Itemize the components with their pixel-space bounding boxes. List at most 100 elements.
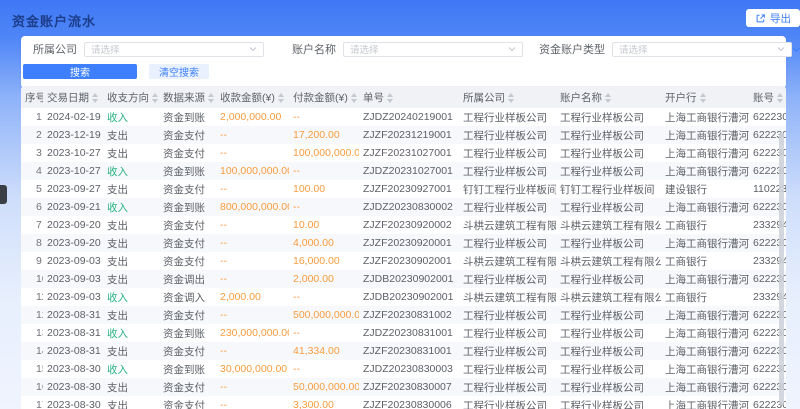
cell-receive-amount: 100,000,000.00 [216,162,289,180]
cell-pay-amount: -- [289,162,359,180]
sort-icon[interactable] [508,93,514,103]
cell-source: 资金到账 [159,198,216,216]
cell-account-name: 工程行业样板公司 [556,234,661,252]
col-account-no[interactable]: 账号 [749,86,786,108]
cell-doc-no: ZJDZ20230830003 [359,360,459,378]
col-doc-no-label: 单号 [363,92,384,104]
cell-company: 工程行业样板公司 [459,324,556,342]
cell-account-no: 6222301113 [749,108,786,126]
cell-trade-date: 2023-09-03 [43,252,103,270]
col-direction[interactable]: 收支方向 [103,86,159,108]
cell-direction: 支出 [103,126,159,144]
cell-pay-amount: 2,000.00 [289,270,359,288]
flow-table-card: 序号交易日期收支方向数据来源收款金额(¥)付款金额(¥)单号所属公司账户名称开户… [21,86,786,409]
table-row: 92023-09-03支出资金支付--16,000.00ZJZF20230902… [21,252,786,270]
company-select[interactable]: 请选择 [84,42,264,57]
cell-doc-no: ZJDB20230902001 [359,288,459,306]
cell-source: 资金到账 [159,360,216,378]
cell-company: 工程行业样板公司 [459,378,556,396]
chevron-down-icon [508,45,516,53]
clear-search-button[interactable]: 清空搜索 [149,64,209,79]
filter-account-name-group: 账户名称 请选择 [292,41,523,57]
cell-trade-date: 2023-09-03 [43,288,103,306]
cell-bank: 上海工商银行漕河泾支行 [661,396,749,409]
cell-source: 资金支付 [159,306,216,324]
cell-doc-no: ZJZF20230927001 [359,180,459,198]
account-type-select[interactable]: 请选择 [612,42,792,57]
col-source[interactable]: 数据来源 [159,86,216,108]
cell-receive-amount: -- [216,378,289,396]
col-trade-date[interactable]: 交易日期 [43,86,103,108]
col-pay-amount[interactable]: 付款金额(¥) [289,86,359,108]
sort-icon[interactable] [605,93,611,103]
cell-bank: 上海工商银行漕河泾支行 [661,234,749,252]
sort-icon[interactable] [777,93,783,103]
cell-pay-amount: 3,300.00 [289,396,359,409]
col-doc-no[interactable]: 单号 [359,86,459,108]
cell-source: 资金支付 [159,144,216,162]
col-account-name[interactable]: 账户名称 [556,86,661,108]
sort-icon[interactable] [351,93,357,103]
company-filter-label: 所属公司 [33,41,77,57]
cell-company: 工程行业样板公司 [459,126,556,144]
cell-company: 工程行业样板公司 [459,234,556,252]
cell-receive-amount: -- [216,270,289,288]
cell-account-name: 工程行业样板公司 [556,396,661,409]
cell-trade-date: 2023-09-20 [43,234,103,252]
col-bank[interactable]: 开户行 [661,86,749,108]
left-edge-handle[interactable] [0,185,7,204]
cell-company: 工程行业样板公司 [459,342,556,360]
cell-receive-amount: 30,000,000.00 [216,360,289,378]
cell-direction: 支出 [103,234,159,252]
cell-doc-no: ZJZF20231027001 [359,144,459,162]
cell-direction: 支出 [103,252,159,270]
cell-doc-no: ZJDB20230902001 [359,270,459,288]
export-button[interactable]: 导出 [746,9,800,27]
col-account-name-label: 账户名称 [560,92,602,104]
cell-index: 14 [21,342,43,360]
cell-bank: 上海工商银行漕河泾支行 [661,108,749,126]
cell-doc-no: ZJZF20230902001 [359,252,459,270]
account-name-filter-label: 账户名称 [292,41,336,57]
cell-pay-amount: -- [289,198,359,216]
sort-icon[interactable] [152,93,158,103]
cell-bank: 工商银行 [661,252,749,270]
cell-receive-amount: -- [216,234,289,252]
cell-bank: 上海工商银行漕河泾支行 [661,126,749,144]
cell-index: 7 [21,216,43,234]
cell-doc-no: ZJZF20230831002 [359,306,459,324]
col-pay-amount-label: 付款金额(¥) [293,92,348,104]
cell-account-name: 钉钉工程行业样板间 [556,180,661,198]
cell-direction: 收入 [103,288,159,306]
col-receive-amount[interactable]: 收款金额(¥) [216,86,289,108]
sort-icon[interactable] [278,93,284,103]
cell-pay-amount: -- [289,360,359,378]
cell-index: 6 [21,198,43,216]
cell-trade-date: 2023-10-27 [43,144,103,162]
table-row: 72023-09-20支出资金支付--10.00ZJZF20230920002斗… [21,216,786,234]
search-button[interactable]: 搜索 [23,64,137,79]
cell-receive-amount: -- [216,180,289,198]
expand-filter-link[interactable]: 展开筛选 [792,42,800,57]
col-company[interactable]: 所属公司 [459,86,556,108]
table-row: 152023-08-30收入资金到账30,000,000.00--ZJDZ202… [21,360,786,378]
table-row: 122023-08-31支出资金支付--500,000,000.00ZJZF20… [21,306,786,324]
cell-bank: 上海工商银行漕河泾支行 [661,198,749,216]
cell-trade-date: 2023-09-03 [43,270,103,288]
cell-source: 资金到账 [159,108,216,126]
sort-icon[interactable] [92,93,98,103]
cell-account-name: 工程行业样板公司 [556,360,661,378]
cell-direction: 收入 [103,198,159,216]
sort-icon[interactable] [208,93,214,103]
cell-trade-date: 2023-12-19 [43,126,103,144]
col-company-label: 所属公司 [463,92,505,104]
cell-source: 资金支付 [159,342,216,360]
table-row: 52023-09-27支出资金支付--100.00ZJZF20230927001… [21,180,786,198]
sort-icon[interactable] [700,93,706,103]
cell-index: 5 [21,180,43,198]
filter-company-group: 所属公司 请选择 [33,41,264,57]
table-scrollbar[interactable] [779,132,784,405]
sort-icon[interactable] [387,93,393,103]
cell-account-name: 工程行业样板公司 [556,270,661,288]
account-name-select[interactable]: 请选择 [343,42,523,57]
